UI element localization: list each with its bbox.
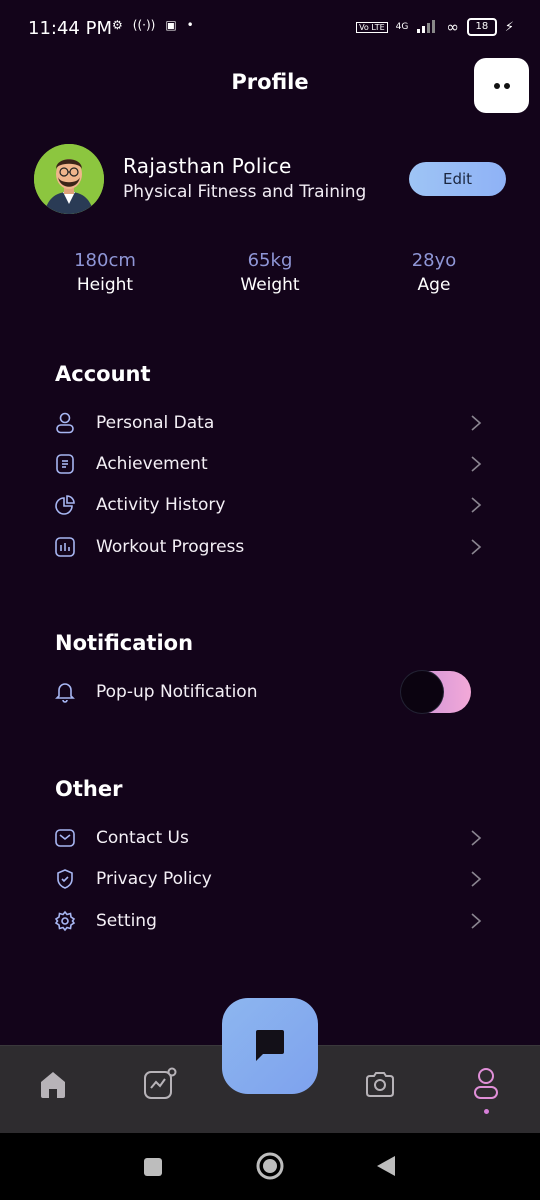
status-time: 11:44 PM <box>28 18 112 39</box>
network-type-label: 4G <box>395 22 409 32</box>
more-dot-icon <box>503 82 510 89</box>
stat-label: Height <box>76 275 134 295</box>
activity-chart-icon <box>144 1067 177 1099</box>
body-stats: 180cm Height 65kg Weight 28yo Age <box>0 250 540 300</box>
back-triangle-icon <box>377 1156 395 1176</box>
square-icon <box>144 1158 162 1176</box>
battery-icon: 18 <box>466 18 497 36</box>
sync-icon: ∞ <box>446 18 459 36</box>
camera-icon <box>366 1072 394 1097</box>
more-options-button[interactable] <box>474 58 529 113</box>
profile-screen: 11:44 PM ⚙ ((·)) ▣ • Vo LTE 4G ∞ 18 ⚡ Pr… <box>0 0 540 1200</box>
chat-button[interactable] <box>222 998 318 1094</box>
home-system-button[interactable] <box>256 1152 284 1184</box>
other-item-setting[interactable]: Setting <box>54 903 484 939</box>
other-item-contact-us[interactable]: Contact Us <box>54 820 484 856</box>
user-icon <box>54 412 76 434</box>
stat-age: 28yo Age <box>374 250 494 295</box>
stat-label: Weight <box>240 275 300 295</box>
battery-saver-status-icon: ▣ <box>165 18 177 32</box>
nav-home-button[interactable] <box>33 1064 73 1104</box>
account-item-workout-progress[interactable]: Workout Progress <box>54 529 484 565</box>
row-label: Contact Us <box>96 828 189 848</box>
stat-height: 180cm Height <box>45 250 165 295</box>
toggle-knob <box>401 671 443 713</box>
status-notification-icons: ⚙ ((·)) ▣ • <box>112 18 194 32</box>
row-label: Privacy Policy <box>96 869 212 889</box>
chat-icon <box>256 1030 284 1061</box>
charging-icon: ⚡ <box>504 19 514 35</box>
more-dot-icon <box>493 82 500 89</box>
home-icon <box>41 1072 65 1098</box>
chevron-right-icon <box>471 871 482 887</box>
profile-name: Rajasthan Police <box>123 154 292 178</box>
settings-status-icon: ⚙ <box>112 18 123 32</box>
bell-icon <box>54 681 76 703</box>
circle-icon <box>256 1152 284 1180</box>
system-nav-bar <box>0 1133 540 1200</box>
stat-value: 180cm <box>74 250 136 271</box>
popup-notification-toggle[interactable] <box>401 671 471 713</box>
chevron-right-icon <box>471 830 482 846</box>
avatar <box>34 144 104 214</box>
chevron-right-icon <box>471 456 482 472</box>
nav-camera-button[interactable] <box>360 1064 400 1104</box>
stat-label: Age <box>417 275 451 295</box>
gear-icon <box>54 910 76 932</box>
pie-chart-icon <box>54 494 76 516</box>
other-item-privacy-policy[interactable]: Privacy Policy <box>54 861 484 897</box>
row-label: Activity History <box>96 495 226 515</box>
account-item-activity-history[interactable]: Activity History <box>54 487 484 523</box>
account-item-achievement[interactable]: Achievement <box>54 446 484 482</box>
row-label: Setting <box>96 911 157 931</box>
edit-profile-button[interactable]: Edit <box>409 162 506 196</box>
signal-icon <box>416 19 438 36</box>
row-label: Achievement <box>96 454 208 474</box>
volte-status-icon: Vo LTE <box>356 21 388 33</box>
bar-chart-icon <box>54 536 76 558</box>
nav-profile-button[interactable] <box>466 1064 506 1104</box>
stat-weight: 65kg Weight <box>210 250 330 295</box>
row-label: Pop-up Notification <box>96 682 258 702</box>
document-icon <box>54 453 76 475</box>
section-title-notification: Notification <box>55 631 194 655</box>
account-item-personal-data[interactable]: Personal Data <box>54 405 484 441</box>
active-nav-indicator <box>484 1109 489 1114</box>
nav-activity-button[interactable] <box>140 1064 180 1104</box>
recents-button[interactable] <box>143 1157 163 1181</box>
row-label: Personal Data <box>96 413 215 433</box>
row-label: Workout Progress <box>96 537 245 557</box>
stat-value: 65kg <box>247 250 293 271</box>
notification-item-popup: Pop-up Notification <box>54 674 354 710</box>
chevron-right-icon <box>471 497 482 513</box>
dot-status-icon: • <box>186 18 194 32</box>
chevron-right-icon <box>471 913 482 929</box>
chevron-right-icon <box>471 415 482 431</box>
page-title: Profile <box>231 70 309 94</box>
stat-value: 28yo <box>411 250 457 271</box>
status-system-icons: Vo LTE 4G ∞ 18 ⚡ <box>356 18 514 36</box>
status-bar: 11:44 PM ⚙ ((·)) ▣ • Vo LTE 4G ∞ 18 ⚡ <box>0 0 540 60</box>
mail-icon <box>54 827 76 849</box>
section-title-account: Account <box>55 362 151 386</box>
section-title-other: Other <box>55 777 123 801</box>
hotspot-status-icon: ((·)) <box>132 18 156 32</box>
profile-icon <box>474 1068 498 1099</box>
profile-program: Physical Fitness and Training <box>123 182 367 202</box>
shield-icon <box>54 868 76 890</box>
chevron-right-icon <box>471 539 482 555</box>
back-button[interactable] <box>375 1154 397 1182</box>
